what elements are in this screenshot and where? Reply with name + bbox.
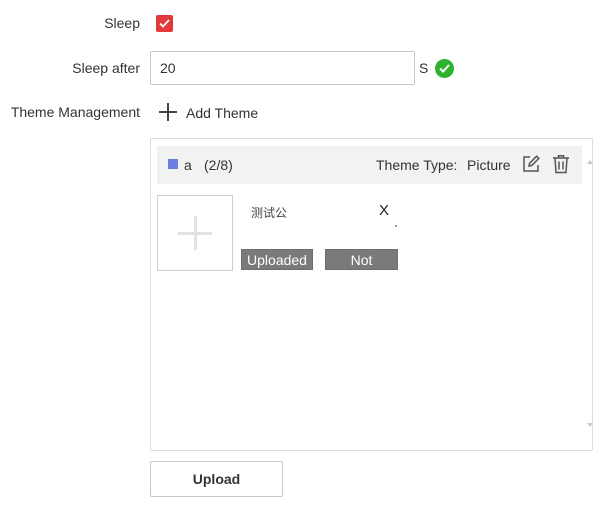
status-badge-not: Not	[325, 249, 398, 270]
theme-color-swatch	[168, 159, 178, 169]
picture-name: 测试公	[251, 206, 308, 220]
theme-header: a (2/8) Theme Type: Picture	[157, 146, 582, 184]
check-icon	[159, 19, 170, 28]
theme-count: (2/8)	[204, 157, 233, 173]
status-badge-uploaded: Uploaded	[241, 249, 313, 270]
add-theme-label: Add Theme	[186, 105, 259, 121]
theme-name: a	[184, 157, 192, 173]
sleep-after-label: Sleep after	[72, 60, 140, 76]
divider-dot	[395, 225, 397, 227]
theme-management-label: Theme Management	[10, 104, 140, 120]
remove-picture-button[interactable]: X	[379, 202, 389, 219]
scroll-up-arrow-icon[interactable]	[587, 159, 593, 165]
plus-icon	[159, 103, 177, 121]
sleep-after-input[interactable]	[150, 51, 415, 85]
check-circle-icon	[435, 59, 454, 78]
theme-type-label: Theme Type:	[376, 157, 458, 173]
sleep-label: Sleep	[104, 15, 140, 31]
theme-type-value: Picture	[467, 157, 511, 173]
add-picture-button[interactable]	[157, 195, 233, 271]
trash-icon[interactable]	[552, 154, 570, 174]
theme-panel: a (2/8) Theme Type: Picture 测试公 X Upload…	[150, 138, 593, 451]
edit-icon[interactable]	[521, 154, 541, 174]
upload-button[interactable]: Upload	[150, 461, 283, 497]
sleep-after-unit: S	[419, 60, 429, 76]
add-theme-button[interactable]: Add Theme	[159, 100, 258, 124]
scroll-down-arrow-icon[interactable]	[587, 422, 593, 428]
sleep-checkbox[interactable]	[156, 15, 173, 32]
